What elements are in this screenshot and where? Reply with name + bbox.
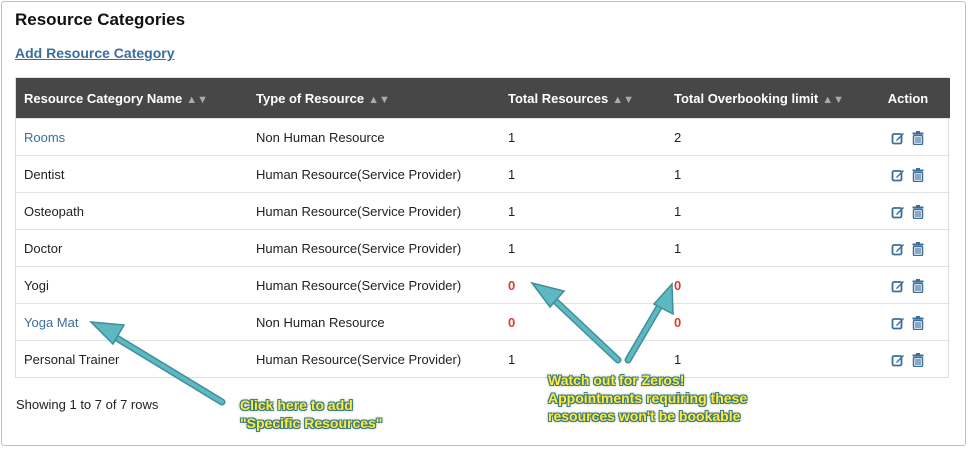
callout-line: Watch out for Zeros! bbox=[548, 372, 685, 388]
annotation-arrows bbox=[89, 281, 674, 406]
arrow-to-yoga-mat bbox=[89, 321, 226, 406]
callout-line: Appointments requiring these bbox=[548, 390, 748, 406]
arrow-to-zero-total bbox=[530, 281, 622, 364]
callout-line: Click here to add bbox=[240, 397, 353, 413]
callout-line: "Specific Resources" bbox=[240, 415, 383, 431]
callout-specific-resources: Click here to add "Specific Resources" bbox=[240, 396, 382, 432]
callout-line: resources won't be bookable bbox=[548, 408, 741, 424]
arrow-to-zero-overbooking bbox=[624, 282, 674, 364]
callout-zeros-warning: Watch out for Zeros! Appointments requir… bbox=[548, 371, 747, 425]
